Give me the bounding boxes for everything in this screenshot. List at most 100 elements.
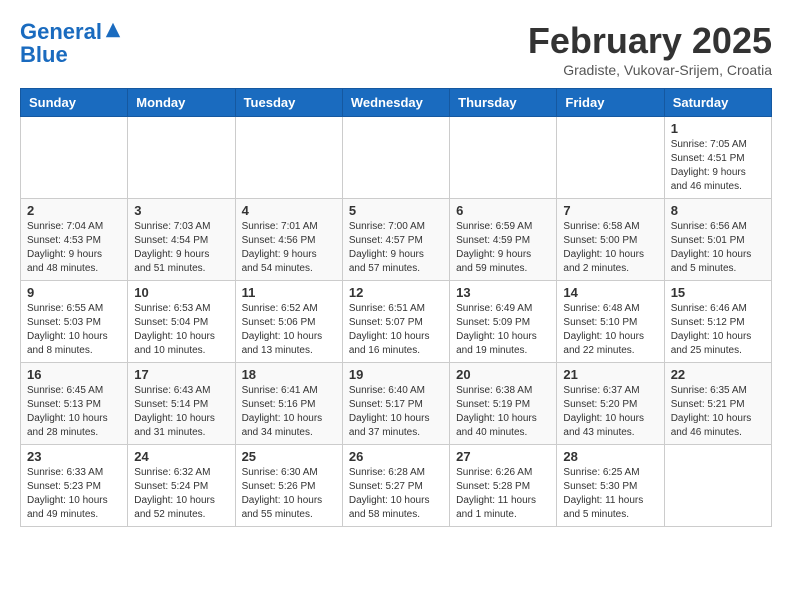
day-info: Sunrise: 7:04 AM Sunset: 4:53 PM Dayligh… <box>27 220 121 276</box>
week-row-5: 23 Sunrise: 6:33 AM Sunset: 5:23 PM Dayli… <box>21 445 772 527</box>
day-number: 18 <box>242 367 336 382</box>
calendar-cell <box>21 117 128 199</box>
day-info: Sunrise: 6:52 AM Sunset: 5:06 PM Dayligh… <box>242 302 336 358</box>
day-number: 8 <box>671 203 765 218</box>
calendar-cell: 13 Sunrise: 6:49 AM Sunset: 5:09 PM Dayli… <box>450 281 557 363</box>
day-info: Sunrise: 6:40 AM Sunset: 5:17 PM Dayligh… <box>349 384 443 440</box>
calendar-cell: 9 Sunrise: 6:55 AM Sunset: 5:03 PM Daylig… <box>21 281 128 363</box>
calendar-cell: 23 Sunrise: 6:33 AM Sunset: 5:23 PM Dayli… <box>21 445 128 527</box>
logo-text-line2: Blue <box>20 44 122 66</box>
calendar-cell: 16 Sunrise: 6:45 AM Sunset: 5:13 PM Dayli… <box>21 363 128 445</box>
calendar-cell: 15 Sunrise: 6:46 AM Sunset: 5:12 PM Dayli… <box>664 281 771 363</box>
header-friday: Friday <box>557 89 664 117</box>
day-number: 13 <box>456 285 550 300</box>
calendar-cell: 28 Sunrise: 6:25 AM Sunset: 5:30 PM Dayli… <box>557 445 664 527</box>
calendar-cell <box>342 117 449 199</box>
location: Gradiste, Vukovar-Srijem, Croatia <box>528 62 772 78</box>
calendar-table: SundayMondayTuesdayWednesdayThursdayFrid… <box>20 88 772 527</box>
day-info: Sunrise: 6:25 AM Sunset: 5:30 PM Dayligh… <box>563 466 657 522</box>
day-number: 9 <box>27 285 121 300</box>
day-info: Sunrise: 6:55 AM Sunset: 5:03 PM Dayligh… <box>27 302 121 358</box>
month-title: February 2025 <box>528 20 772 62</box>
calendar-cell: 17Sunrise: 6:43 AM Sunset: 5:14 PM Dayli… <box>128 363 235 445</box>
week-row-1: 1 Sunrise: 7:05 AM Sunset: 4:51 PM Daylig… <box>21 117 772 199</box>
calendar-cell: 8 Sunrise: 6:56 AM Sunset: 5:01 PM Daylig… <box>664 199 771 281</box>
day-info: Sunrise: 6:33 AM Sunset: 5:23 PM Dayligh… <box>27 466 121 522</box>
calendar-cell <box>557 117 664 199</box>
calendar-cell: 7 Sunrise: 6:58 AM Sunset: 5:00 PM Daylig… <box>557 199 664 281</box>
calendar-cell <box>450 117 557 199</box>
day-info: Sunrise: 6:49 AM Sunset: 5:09 PM Dayligh… <box>456 302 550 358</box>
calendar-cell: 21 Sunrise: 6:37 AM Sunset: 5:20 PM Dayli… <box>557 363 664 445</box>
day-info: Sunrise: 6:32 AM Sunset: 5:24 PM Dayligh… <box>134 466 228 522</box>
week-row-2: 2 Sunrise: 7:04 AM Sunset: 4:53 PM Daylig… <box>21 199 772 281</box>
day-number: 20 <box>456 367 550 382</box>
day-info: Sunrise: 6:58 AM Sunset: 5:00 PM Dayligh… <box>563 220 657 276</box>
calendar-cell: 2 Sunrise: 7:04 AM Sunset: 4:53 PM Daylig… <box>21 199 128 281</box>
calendar-cell: 14 Sunrise: 6:48 AM Sunset: 5:10 PM Dayli… <box>557 281 664 363</box>
day-number: 2 <box>27 203 121 218</box>
calendar-cell: 6 Sunrise: 6:59 AM Sunset: 4:59 PM Daylig… <box>450 199 557 281</box>
day-number: 16 <box>27 367 121 382</box>
calendar-cell: 11 Sunrise: 6:52 AM Sunset: 5:06 PM Dayli… <box>235 281 342 363</box>
calendar-cell: 12 Sunrise: 6:51 AM Sunset: 5:07 PM Dayli… <box>342 281 449 363</box>
day-info: Sunrise: 6:26 AM Sunset: 5:28 PM Dayligh… <box>456 466 550 522</box>
week-row-3: 9 Sunrise: 6:55 AM Sunset: 5:03 PM Daylig… <box>21 281 772 363</box>
calendar-cell: 1 Sunrise: 7:05 AM Sunset: 4:51 PM Daylig… <box>664 117 771 199</box>
day-number: 28 <box>563 449 657 464</box>
day-info: Sunrise: 6:37 AM Sunset: 5:20 PM Dayligh… <box>563 384 657 440</box>
day-info: Sunrise: 6:56 AM Sunset: 5:01 PM Dayligh… <box>671 220 765 276</box>
title-section: February 2025 Gradiste, Vukovar-Srijem, … <box>528 20 772 78</box>
day-info: Sunrise: 6:45 AM Sunset: 5:13 PM Dayligh… <box>27 384 121 440</box>
day-info: Sunrise: 7:01 AM Sunset: 4:56 PM Dayligh… <box>242 220 336 276</box>
calendar-cell: 25Sunrise: 6:30 AM Sunset: 5:26 PM Dayli… <box>235 445 342 527</box>
day-number: 24 <box>134 449 228 464</box>
day-number: 5 <box>349 203 443 218</box>
day-info: Sunrise: 6:59 AM Sunset: 4:59 PM Dayligh… <box>456 220 550 276</box>
logo: General Blue <box>20 20 122 66</box>
header-sunday: Sunday <box>21 89 128 117</box>
day-number: 7 <box>563 203 657 218</box>
day-info: Sunrise: 6:43 AM Sunset: 5:14 PM Dayligh… <box>134 384 228 440</box>
day-number: 27 <box>456 449 550 464</box>
day-number: 15 <box>671 285 765 300</box>
day-info: Sunrise: 7:05 AM Sunset: 4:51 PM Dayligh… <box>671 138 765 194</box>
day-info: Sunrise: 6:46 AM Sunset: 5:12 PM Dayligh… <box>671 302 765 358</box>
day-number: 14 <box>563 285 657 300</box>
calendar-cell: 5Sunrise: 7:00 AM Sunset: 4:57 PM Daylig… <box>342 199 449 281</box>
logo-text-line1: General <box>20 20 102 44</box>
day-info: Sunrise: 6:35 AM Sunset: 5:21 PM Dayligh… <box>671 384 765 440</box>
day-number: 19 <box>349 367 443 382</box>
day-info: Sunrise: 6:53 AM Sunset: 5:04 PM Dayligh… <box>134 302 228 358</box>
calendar-cell: 27 Sunrise: 6:26 AM Sunset: 5:28 PM Dayli… <box>450 445 557 527</box>
header-monday: Monday <box>128 89 235 117</box>
logo-icon <box>104 21 122 39</box>
day-number: 26 <box>349 449 443 464</box>
calendar-cell: 3Sunrise: 7:03 AM Sunset: 4:54 PM Daylig… <box>128 199 235 281</box>
day-info: Sunrise: 6:30 AM Sunset: 5:26 PM Dayligh… <box>242 466 336 522</box>
day-number: 22 <box>671 367 765 382</box>
day-info: Sunrise: 6:48 AM Sunset: 5:10 PM Dayligh… <box>563 302 657 358</box>
day-info: Sunrise: 6:41 AM Sunset: 5:16 PM Dayligh… <box>242 384 336 440</box>
header-row: SundayMondayTuesdayWednesdayThursdayFrid… <box>21 89 772 117</box>
day-info: Sunrise: 6:51 AM Sunset: 5:07 PM Dayligh… <box>349 302 443 358</box>
header-thursday: Thursday <box>450 89 557 117</box>
day-number: 6 <box>456 203 550 218</box>
calendar-cell <box>664 445 771 527</box>
day-number: 1 <box>671 121 765 136</box>
calendar-cell: 20Sunrise: 6:38 AM Sunset: 5:19 PM Dayli… <box>450 363 557 445</box>
day-number: 11 <box>242 285 336 300</box>
day-info: Sunrise: 7:03 AM Sunset: 4:54 PM Dayligh… <box>134 220 228 276</box>
header-wednesday: Wednesday <box>342 89 449 117</box>
page-header: General Blue February 2025 Gradiste, Vuk… <box>20 20 772 78</box>
week-row-4: 16 Sunrise: 6:45 AM Sunset: 5:13 PM Dayli… <box>21 363 772 445</box>
calendar-cell: 22 Sunrise: 6:35 AM Sunset: 5:21 PM Dayli… <box>664 363 771 445</box>
calendar-cell <box>128 117 235 199</box>
day-info: Sunrise: 6:28 AM Sunset: 5:27 PM Dayligh… <box>349 466 443 522</box>
day-number: 21 <box>563 367 657 382</box>
day-number: 23 <box>27 449 121 464</box>
day-number: 10 <box>134 285 228 300</box>
day-number: 12 <box>349 285 443 300</box>
header-saturday: Saturday <box>664 89 771 117</box>
calendar-cell <box>235 117 342 199</box>
